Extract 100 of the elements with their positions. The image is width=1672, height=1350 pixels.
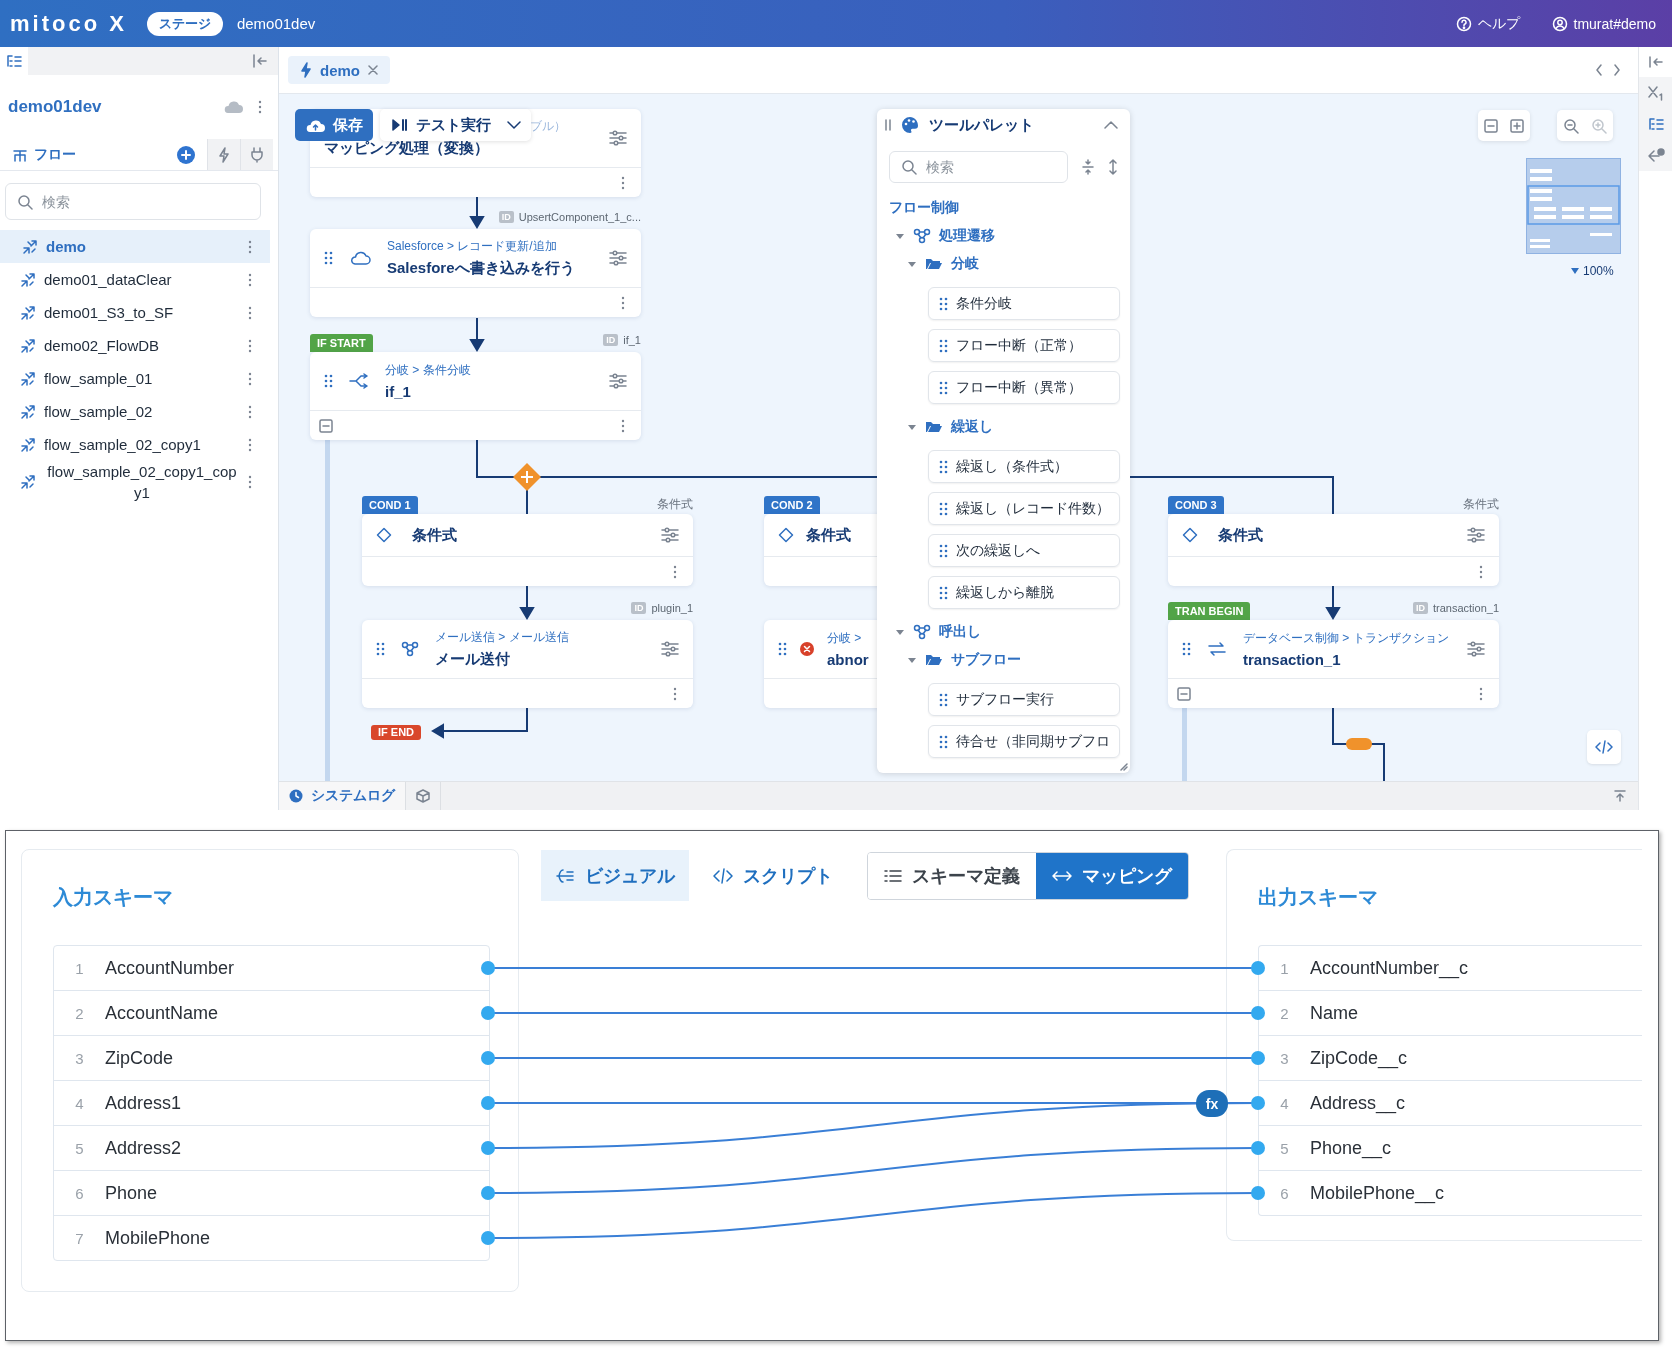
view-tab[interactable]: スクリプト (699, 850, 847, 901)
port-dot[interactable] (481, 1051, 495, 1065)
user-menu[interactable]: tmurat#demo (1573, 15, 1656, 32)
palette-folder[interactable]: 分岐 (877, 250, 1130, 278)
pin-top-icon (1614, 790, 1626, 802)
palette-folder[interactable]: 繰返し (877, 413, 1130, 441)
port-dot[interactable] (481, 1141, 495, 1155)
cube-icon (416, 789, 430, 803)
save-button[interactable]: 保存 (295, 109, 373, 141)
palette-group[interactable]: 呼出し (877, 618, 1130, 646)
system-log-tab[interactable]: システムログ (279, 782, 406, 810)
node-title: 条件式 (1218, 525, 1264, 545)
drag-handle-icon (1182, 642, 1191, 656)
more-icon (673, 564, 677, 579)
schema-field[interactable]: 6 MobilePhone__c (1259, 1171, 1642, 1215)
sidebar-tab[interactable] (207, 139, 240, 170)
condition-card[interactable]: 条件式 (362, 514, 693, 586)
palette-folder[interactable]: サブフロー (877, 646, 1130, 674)
node-category: ブル） (530, 118, 567, 135)
view-tab[interactable]: ビジュアル (541, 850, 689, 901)
node-title: Salesforeへ書き込みを行う (387, 259, 576, 278)
nodes-icon (913, 228, 931, 244)
node-title: 条件式 (412, 525, 458, 545)
mode-toggle[interactable]: マッピング (1036, 852, 1188, 899)
port-dot[interactable] (481, 1096, 495, 1110)
port-dot[interactable] (1251, 1051, 1265, 1065)
step-card[interactable]: データベース制御 > トランザクション transaction_1 (1168, 620, 1499, 708)
port-dot[interactable] (481, 1186, 495, 1200)
drag-handle-icon (939, 501, 948, 516)
compress-icon (1082, 159, 1094, 175)
expand-icon (1510, 118, 1524, 133)
collapse-all-button[interactable] (1484, 118, 1498, 133)
collapse-icon (1484, 118, 1498, 133)
search-field[interactable]: 検索 (5, 183, 261, 220)
flow-list-item[interactable]: demo02_FlowDB (0, 329, 270, 362)
close-icon (368, 65, 378, 75)
port-dot[interactable] (1251, 1141, 1265, 1155)
minimap[interactable] (1526, 158, 1621, 254)
palette-item[interactable]: フロー中断（異常） (928, 371, 1120, 404)
more-icon (248, 305, 252, 320)
user-icon (1551, 15, 1568, 32)
sidebar-tab[interactable] (240, 139, 273, 170)
search-field[interactable]: 検索 (889, 151, 1068, 183)
zoom-in-button[interactable] (1591, 117, 1607, 134)
flow-list-item[interactable]: demo01_S3_to_SF (0, 296, 270, 329)
port-dot[interactable] (1251, 1006, 1265, 1020)
caret-icon (1571, 268, 1579, 274)
add-icon (177, 145, 195, 164)
add-step-icon[interactable] (513, 463, 541, 491)
step-card[interactable]: 分岐 > abnor (764, 620, 880, 708)
flow-list-item[interactable]: flow_sample_02_copy1_copy1 (0, 461, 270, 503)
code-view-button[interactable] (1587, 730, 1621, 764)
test-run-button[interactable]: テスト実行 (380, 109, 531, 141)
flow-list-item[interactable]: flow_sample_02_copy1 (0, 428, 270, 461)
step-card[interactable]: Salesforce > レコード更新/追加 Salesforeへ書き込みを行う (310, 229, 641, 317)
flow-list-item[interactable]: flow_sample_02 (0, 395, 270, 428)
flow-list-item[interactable]: flow_sample_01 (0, 362, 270, 395)
palette-item[interactable]: フロー中断（正常） (928, 329, 1120, 362)
chevron-up-icon (1104, 121, 1118, 129)
zoom-out-button[interactable] (1563, 117, 1579, 134)
palette-item[interactable]: 繰返しから離脱 (928, 576, 1120, 609)
help-link[interactable]: ヘルプ (1477, 14, 1520, 33)
function-badge[interactable]: fx (1196, 1090, 1228, 1117)
flow-list-item[interactable]: demo (0, 230, 270, 263)
settings-icon (661, 641, 679, 657)
step-card[interactable]: メール送信 > メール送信 メール送付 (362, 620, 693, 708)
node-title: メール送付 (435, 650, 511, 669)
port-dot[interactable] (1251, 1096, 1265, 1110)
zoom-out-icon (1563, 117, 1579, 134)
port-dot[interactable] (481, 961, 495, 975)
port-dot[interactable] (481, 1006, 495, 1020)
step-card[interactable]: 分岐 > 条件分岐 if_1 (310, 352, 641, 440)
editor-tab[interactable]: demo (288, 56, 390, 84)
flow-icon (20, 271, 36, 288)
port-dot[interactable] (481, 1231, 495, 1245)
port-dot[interactable] (1251, 1186, 1265, 1200)
node-title: if_1 (385, 383, 412, 400)
drag-handle-icon (939, 296, 948, 311)
connector-marker (1346, 738, 1372, 750)
error-icon (799, 641, 815, 657)
palette-group[interactable]: 処理遷移 (877, 222, 1130, 250)
branch-icon (349, 373, 369, 389)
palette-item[interactable]: 繰返し（条件式） (928, 450, 1120, 483)
condition-card[interactable]: 条件式 (764, 514, 880, 586)
palette-item[interactable]: 次の繰返しへ (928, 534, 1120, 567)
zoom-level[interactable]: 100% (1583, 264, 1614, 278)
palette-item[interactable]: 条件分岐 (928, 287, 1120, 320)
more-icon (1479, 564, 1483, 579)
schema-field[interactable]: 7 MobilePhone (54, 1216, 489, 1260)
more-icon (258, 100, 262, 114)
condition-card[interactable]: 条件式 (1168, 514, 1499, 586)
port-dot[interactable] (1251, 961, 1265, 975)
flow-list-item[interactable]: demo01_dataClear (0, 263, 270, 296)
palette-item[interactable]: 待合せ（非同期サブフロ (928, 725, 1120, 758)
expand-all-button[interactable] (1510, 118, 1524, 133)
more-icon (248, 338, 252, 353)
palette-item[interactable]: 繰返し（レコード件数） (928, 492, 1120, 525)
caret-icon (907, 259, 917, 269)
zoom-in-icon (1591, 117, 1607, 134)
palette-item[interactable]: サブフロー実行 (928, 683, 1120, 716)
